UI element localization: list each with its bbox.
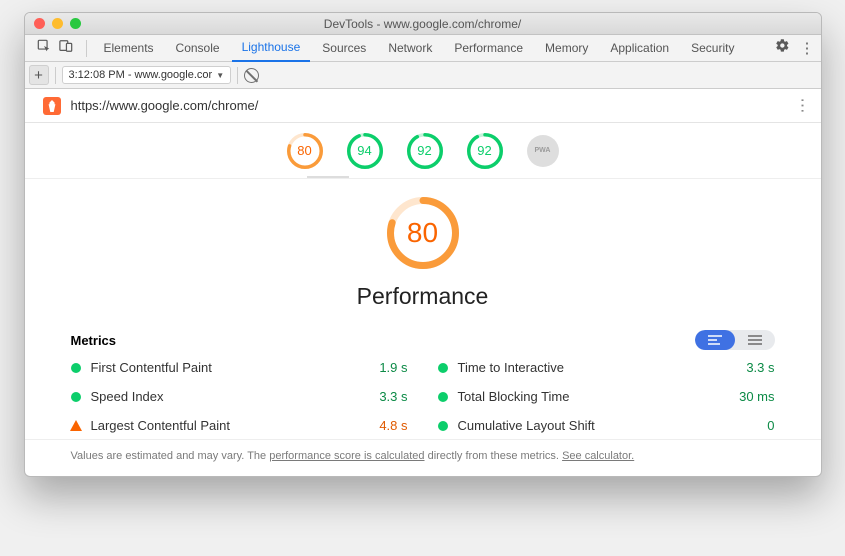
metric-row: Cumulative Layout Shift 0 xyxy=(438,418,775,433)
metric-label: Speed Index xyxy=(91,389,164,404)
category-gauge-2[interactable]: 92 xyxy=(407,133,443,169)
close-icon[interactable] xyxy=(34,18,45,29)
metric-label: First Contentful Paint xyxy=(91,360,212,375)
status-indicator-icon xyxy=(71,363,81,373)
status-indicator-icon xyxy=(71,392,81,402)
status-indicator-icon xyxy=(438,421,448,431)
tab-performance[interactable]: Performance xyxy=(444,35,533,62)
category-gauge-3[interactable]: 92 xyxy=(467,133,503,169)
report-dropdown[interactable]: 3:12:08 PM - www.google.cor ▼ xyxy=(62,66,232,84)
metric-label: Cumulative Layout Shift xyxy=(458,418,595,433)
tab-lighthouse[interactable]: Lighthouse xyxy=(232,35,311,62)
category-title: Performance xyxy=(357,283,489,310)
lighthouse-toolbar: + 3:12:08 PM - www.google.cor ▼ xyxy=(25,62,821,89)
metric-row: Speed Index 3.3 s xyxy=(71,389,408,404)
devtools-window: DevTools - www.google.com/chrome/ Elemen… xyxy=(24,12,822,477)
url-row: https://www.google.com/chrome/ ⋯ xyxy=(25,89,821,123)
new-report-button[interactable]: + xyxy=(29,65,49,85)
compact-view-icon[interactable] xyxy=(735,330,775,350)
pwa-badge[interactable]: PWA xyxy=(527,135,559,167)
metric-label: Total Blocking Time xyxy=(458,389,570,404)
lighthouse-icon xyxy=(43,97,61,115)
inspect-element-icon[interactable] xyxy=(37,39,51,58)
inspect-tools xyxy=(31,39,79,58)
clear-icon[interactable] xyxy=(244,68,259,83)
toggle-device-icon[interactable] xyxy=(59,39,73,58)
metrics-heading: Metrics xyxy=(71,333,117,348)
status-indicator-icon xyxy=(438,363,448,373)
tab-application[interactable]: Application xyxy=(600,35,679,62)
tab-elements[interactable]: Elements xyxy=(94,35,164,62)
metric-label: Time to Interactive xyxy=(458,360,564,375)
report-menu-icon[interactable]: ⋯ xyxy=(792,97,812,114)
tab-sources[interactable]: Sources xyxy=(312,35,376,62)
status-indicator-icon xyxy=(438,392,448,402)
metric-row: Total Blocking Time 30 ms xyxy=(438,389,775,404)
performance-gauge: 80 xyxy=(387,197,459,269)
metric-value: 1.9 s xyxy=(379,360,407,375)
category-gauge-1[interactable]: 94 xyxy=(347,133,383,169)
category-gauge-0[interactable]: 80 xyxy=(287,133,323,169)
tab-memory[interactable]: Memory xyxy=(535,35,598,62)
tested-url: https://www.google.com/chrome/ xyxy=(71,98,259,113)
tab-console[interactable]: Console xyxy=(166,35,230,62)
tab-security[interactable]: Security xyxy=(681,35,744,62)
metric-value: 4.8 s xyxy=(379,418,407,433)
metric-row: First Contentful Paint 1.9 s xyxy=(71,360,408,375)
see-calc-link[interactable]: See calculator. xyxy=(562,450,634,462)
metric-value: 3.3 s xyxy=(379,389,407,404)
traffic-lights xyxy=(25,18,81,29)
metric-value: 30 ms xyxy=(739,389,774,404)
tabs: ElementsConsoleLighthouseSourcesNetworkP… xyxy=(25,35,821,62)
settings-icon[interactable] xyxy=(775,38,790,58)
metric-value: 3.3 s xyxy=(746,360,774,375)
chevron-down-icon: ▼ xyxy=(216,71,224,80)
metric-value: 0 xyxy=(767,418,774,433)
category-gauges: 80 94 92 92 PWA xyxy=(25,123,821,179)
window-title: DevTools - www.google.com/chrome/ xyxy=(324,17,521,31)
minimize-icon[interactable] xyxy=(52,18,63,29)
metrics-section: Metrics First Contentful Paint 1.9 s Time … xyxy=(25,322,821,439)
zoom-icon[interactable] xyxy=(70,18,81,29)
performance-hero: 80 Performance xyxy=(25,179,821,322)
expanded-view-icon[interactable] xyxy=(695,330,735,350)
metric-row: Largest Contentful Paint 4.8 s xyxy=(71,418,408,433)
metric-label: Largest Contentful Paint xyxy=(91,418,230,433)
more-icon[interactable]: ⋮ xyxy=(800,39,815,57)
metrics-footnote: Values are estimated and may vary. The p… xyxy=(25,439,821,476)
status-indicator-icon xyxy=(70,420,82,431)
calc-link[interactable]: performance score is calculated xyxy=(269,450,424,462)
tab-network[interactable]: Network xyxy=(378,35,442,62)
titlebar: DevTools - www.google.com/chrome/ xyxy=(25,13,821,35)
metric-row: Time to Interactive 3.3 s xyxy=(438,360,775,375)
metrics-view-toggle[interactable] xyxy=(695,330,775,350)
